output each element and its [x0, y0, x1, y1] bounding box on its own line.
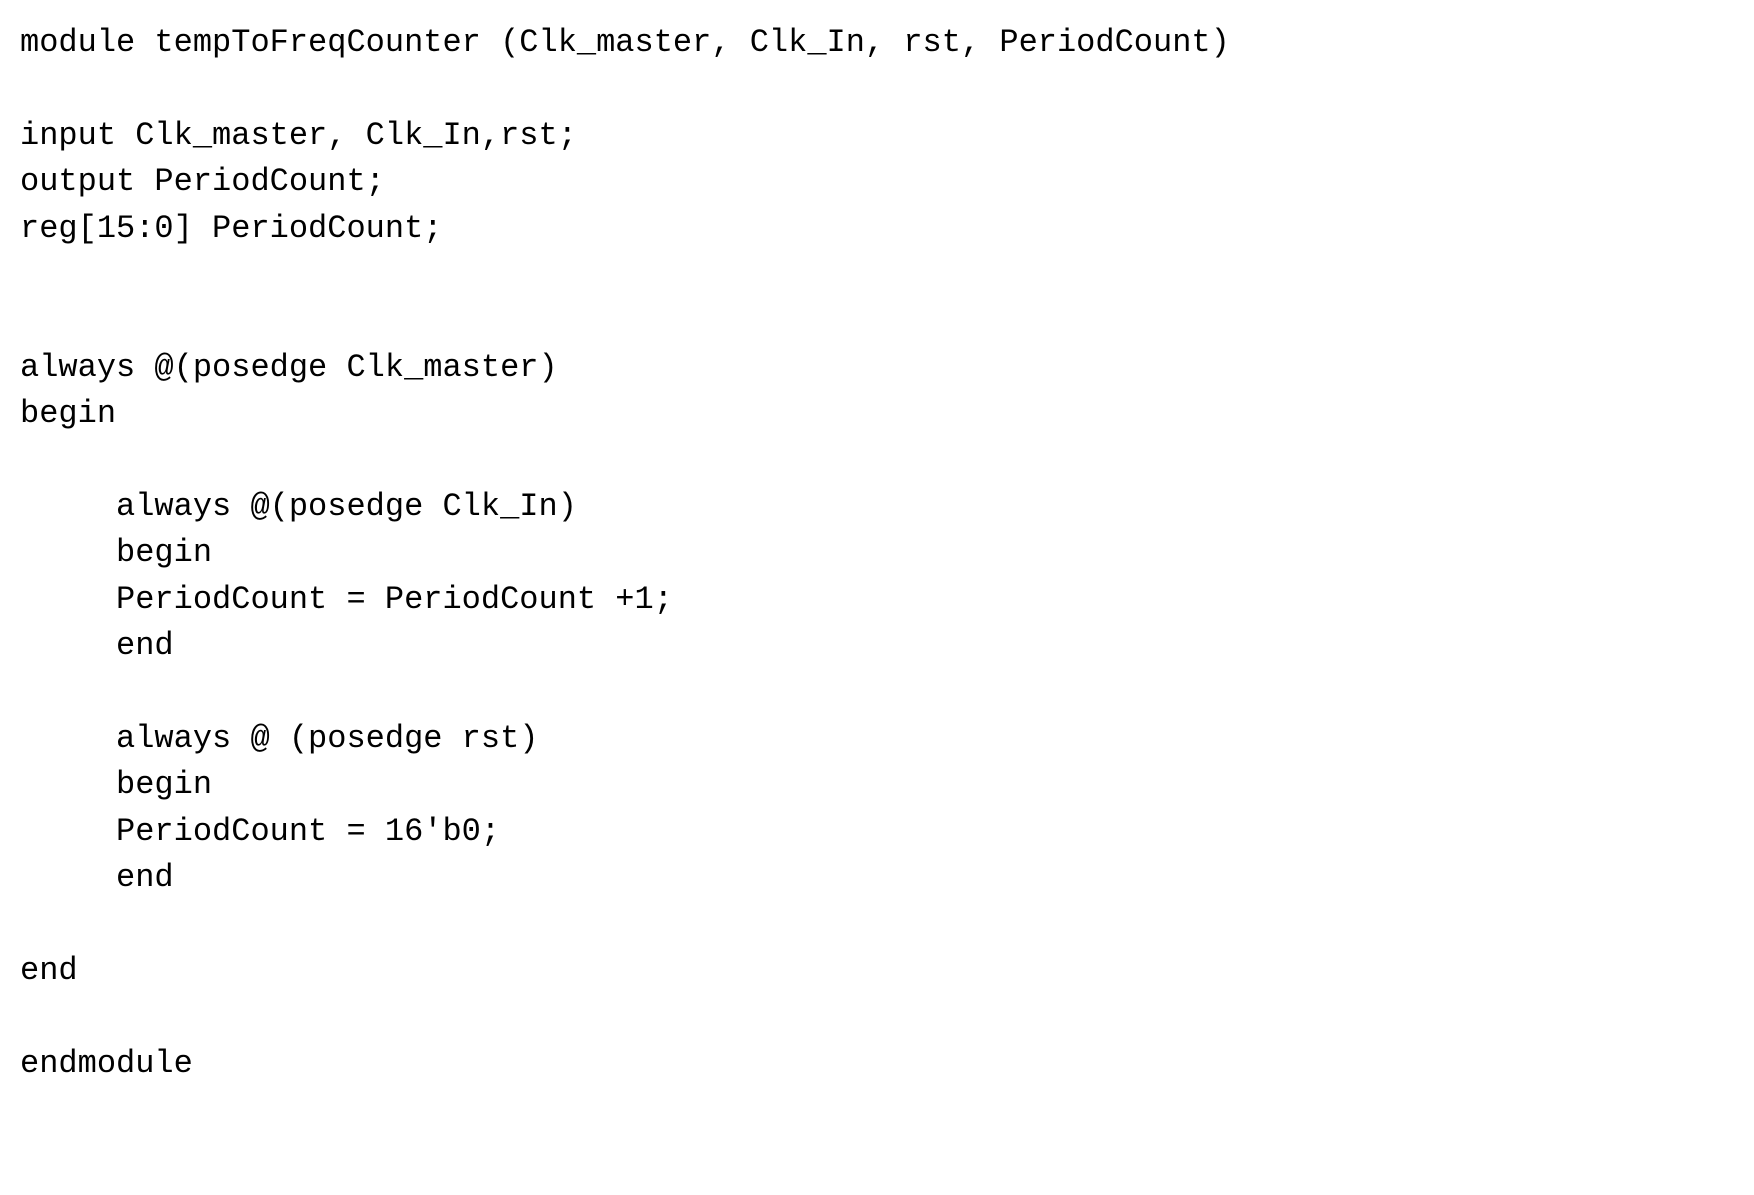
verilog-code-block: module tempToFreqCounter (Clk_master, Cl…	[0, 0, 1754, 1107]
